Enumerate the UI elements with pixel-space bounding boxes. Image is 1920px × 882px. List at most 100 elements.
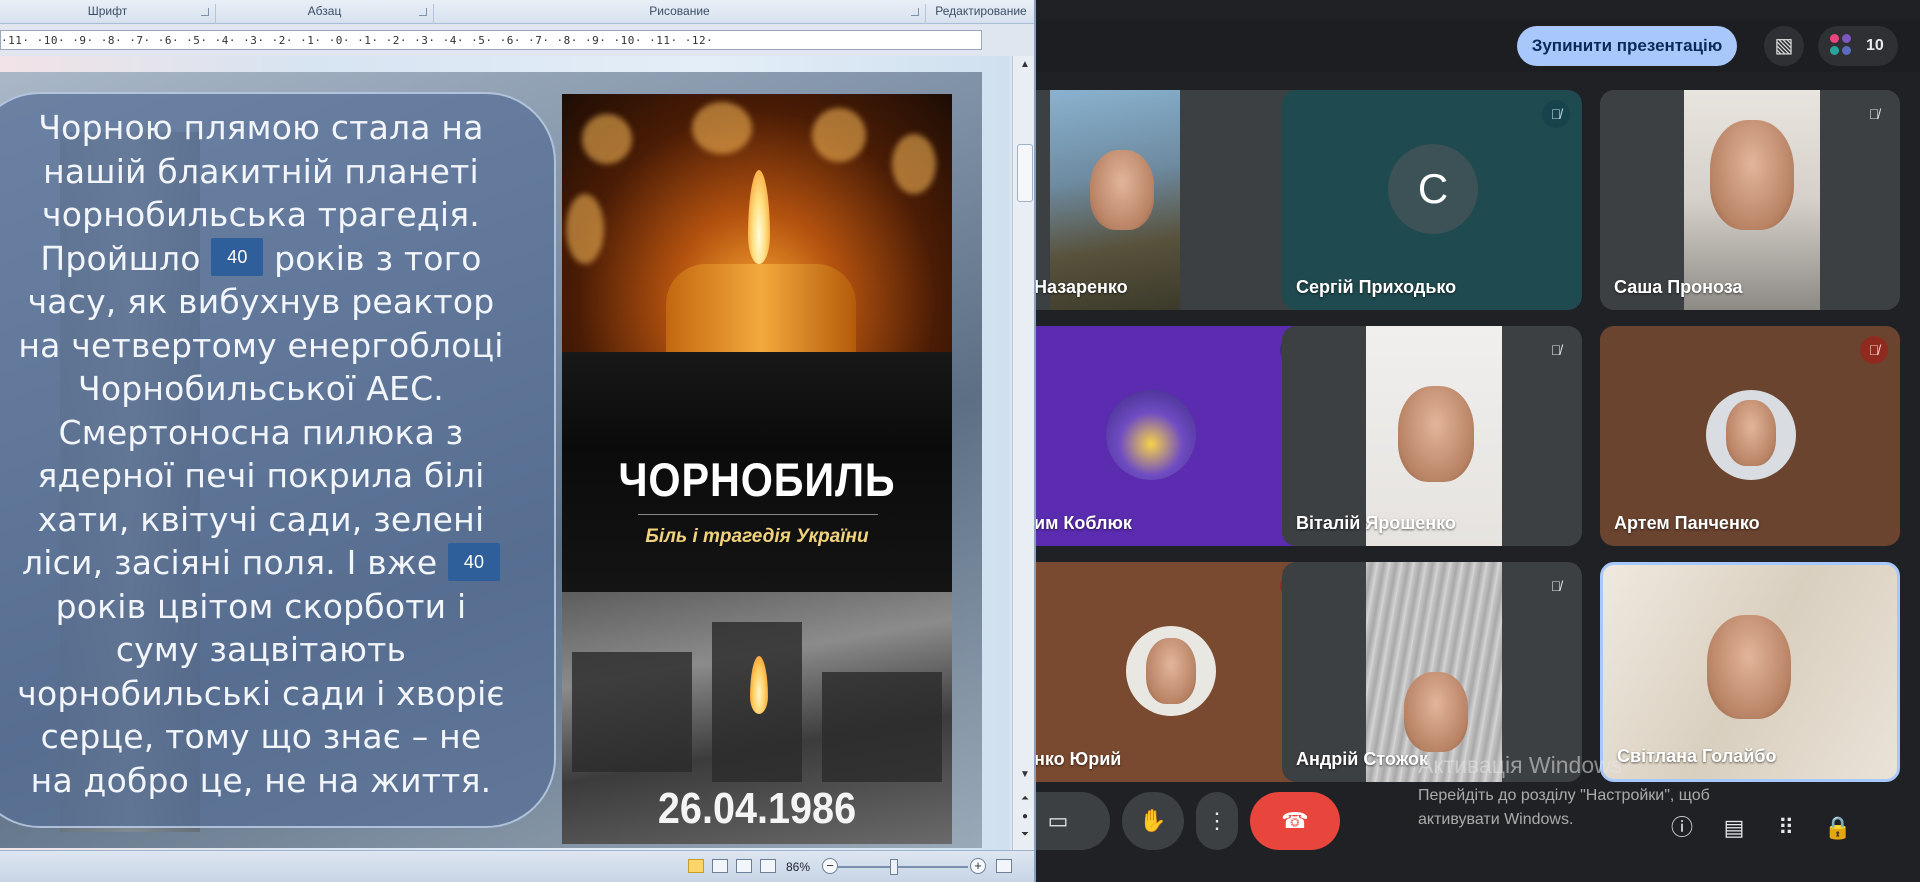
participant-face (1707, 615, 1791, 719)
print-layout-icon[interactable] (688, 859, 704, 873)
scroll-thumb[interactable] (1017, 144, 1033, 202)
browse-object-icon[interactable]: ● (1013, 808, 1034, 826)
activities-icon[interactable]: ⠿ (1770, 812, 1802, 844)
participants-button[interactable]: 10 (1818, 26, 1898, 66)
end-call-button[interactable]: ☎ (1250, 792, 1340, 850)
muted-mic-icon: 🎙̸ (1550, 578, 1562, 594)
dialog-launcher-icon[interactable] (911, 8, 919, 16)
ribbon-group-editing-label: Редактирование (935, 4, 1027, 18)
participant-avatar (1106, 390, 1196, 480)
zoom-level[interactable]: 86% (786, 860, 810, 874)
raise-hand-button[interactable]: ✋ (1122, 792, 1184, 850)
stop-presentation-button[interactable]: Зупинити презентацію (1517, 26, 1737, 66)
slide-line: чорнобильська трагедія. (42, 195, 480, 234)
chat-icon[interactable]: ▤ (1718, 812, 1750, 844)
slide-line: Чорнобильської АЕС. (78, 369, 444, 408)
slide-line: чорнобильські сади і хворіє (17, 673, 505, 713)
slide-line: суму зацвітають (115, 630, 407, 669)
poster-date: 26.04.1986 (657, 784, 857, 833)
status-bar: 86% − + (0, 850, 1034, 882)
slide-line: Пройшло 40 років з того (0, 237, 522, 281)
participant-face (1404, 672, 1468, 752)
dialog-launcher-icon[interactable] (201, 8, 209, 16)
poster-title: ЧОРНОБИЛЬ (618, 453, 896, 506)
slide-line: на добро це, не на життя. (30, 760, 492, 800)
participant-face (1146, 638, 1196, 704)
years-badge: 40 (211, 238, 264, 276)
ribbon-group-drawing: Рисование (434, 4, 926, 24)
ribbon-group-font-label: Шрифт (87, 4, 128, 18)
prev-page-icon[interactable]: ⏶ (1013, 790, 1034, 808)
participant-tile[interactable]: 🎙̸ Андрій Стожок (1282, 562, 1582, 782)
participants-avatars-icon (1830, 34, 1856, 58)
participant-name: Андрій Стожок (1296, 749, 1429, 769)
zoom-in-icon[interactable]: + (970, 858, 986, 874)
participant-face (1710, 120, 1794, 230)
slide-line: часу, як вибухнув реактор (27, 282, 495, 321)
web-layout-icon[interactable] (736, 859, 752, 873)
participant-tile[interactable]: С 🎙̸ Сергій Приходько (1282, 90, 1582, 310)
slide-line: ядерної печі покрила білі (37, 456, 485, 495)
participant-tile[interactable]: 🎙̸ Віталій Ярошенко (1282, 326, 1582, 546)
participant-face (1726, 400, 1776, 466)
more-options-button[interactable]: ⋮ (1196, 792, 1238, 850)
participant-avatar (1126, 626, 1216, 716)
next-page-icon[interactable]: ⏷ (1013, 826, 1034, 844)
participant-tile[interactable]: 🎙̸ им Коблюк (1036, 326, 1320, 546)
slide-line: Чорною плямою стала на (38, 108, 484, 147)
full-screen-reading-icon[interactable] (712, 859, 728, 873)
bokeh-light (582, 114, 632, 164)
participant-face (1090, 150, 1154, 230)
participant-tile[interactable]: 🎙̸ Артем Панченко (1600, 326, 1900, 546)
slide-line: Смертоносна пилюка з (58, 412, 464, 452)
slide-line-part: ліси, засіяні поля. І вже (21, 543, 438, 582)
participant-tile-active-speaker[interactable]: Світлана Голайбо (1600, 562, 1900, 782)
participant-face (1398, 386, 1474, 482)
muted-mic-icon: 🎙̸ (1542, 100, 1570, 128)
host-controls-icon[interactable]: 🔒 (1822, 812, 1854, 844)
chornobyl-poster: ЧОРНОБИЛЬ Біль і трагедія України 26.04.… (562, 94, 952, 844)
participant-name: им Коблюк (1036, 513, 1132, 533)
word-window: Шрифт Абзац Рисование Редактирование ·11… (0, 0, 1036, 882)
meet-window: Зупинити презентацію ▧ 10 🎙̸ Назаренко С… (1036, 0, 1920, 882)
zoom-slider-thumb[interactable] (890, 859, 898, 875)
building-shape (822, 672, 942, 782)
slide-text: Чорною плямою стала на нашій блакитній п… (0, 106, 522, 802)
scroll-down-icon[interactable]: ▼ (1013, 766, 1034, 784)
windows-activation-title: Активація Windows (1418, 752, 1623, 778)
vertical-scrollbar[interactable]: ▲ ▼ ⏶ ● ⏷ (1012, 56, 1034, 850)
participants-count: 10 (1866, 37, 1884, 54)
slide-line: ліси, засіяні поля. І вже 40 (0, 541, 522, 585)
bokeh-light (692, 102, 752, 154)
bokeh-light (892, 134, 936, 194)
participant-avatar (1706, 390, 1796, 480)
draft-view-icon[interactable] (760, 859, 776, 873)
participant-tile[interactable]: 🎙̸ Саша Проноза (1600, 90, 1900, 310)
participant-tile[interactable]: 🎙̸ нко Юрий (1036, 562, 1320, 782)
screen: Шрифт Абзац Рисование Редактирование ·11… (0, 0, 1920, 882)
participant-name: Артем Панченко (1614, 513, 1760, 533)
ribbon-group-font: Шрифт (0, 4, 216, 24)
horizontal-ruler[interactable]: ·11· ·10· ·9· ·8· ·7· ·6· ·5· ·4· ·3· ·2… (0, 30, 982, 50)
dialog-launcher-icon[interactable] (419, 8, 427, 16)
slide-line: років цвітом скорботи і (55, 586, 467, 626)
fit-page-icon[interactable] (996, 859, 1012, 873)
info-icon[interactable]: ⓘ (1666, 812, 1698, 844)
participant-name: Світлана Голайбо (1617, 746, 1777, 766)
participant-name: Сергій Приходько (1296, 277, 1457, 297)
ribbon-group-labels: Шрифт Абзац Рисование Редактирование (0, 0, 1034, 24)
ribbon-group-editing: Редактирование (926, 4, 1034, 24)
zoom-slider[interactable] (838, 866, 968, 868)
scroll-up-icon[interactable]: ▲ (1013, 56, 1034, 74)
building-shape (572, 652, 692, 772)
ribbon-group-paragraph-label: Абзац (307, 4, 342, 18)
ribbon-group-paragraph: Абзац (216, 4, 434, 24)
zoom-out-icon[interactable]: − (822, 858, 838, 874)
slide-line: серце, тому що знає – не (40, 717, 482, 756)
participant-name: Назаренко (1036, 277, 1128, 297)
years-badge: 40 (448, 542, 501, 581)
participant-tile[interactable]: 🎙̸ Назаренко (1036, 90, 1320, 310)
captions-button[interactable]: ▭ (1036, 792, 1110, 850)
hide-self-view-icon[interactable]: ▧ (1764, 26, 1804, 66)
muted-mic-icon: 🎙̸ (1868, 106, 1880, 122)
